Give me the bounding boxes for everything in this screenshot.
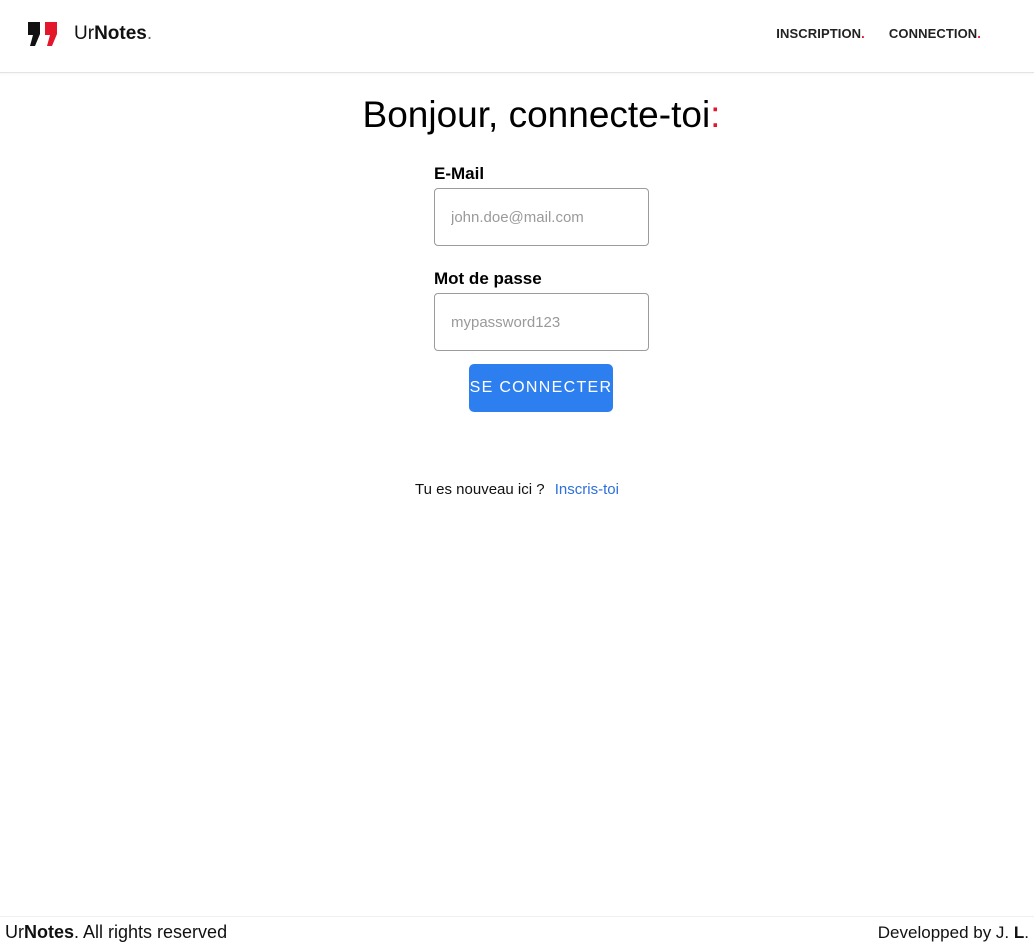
footer-credit-dot: .	[1024, 923, 1029, 942]
nav-links: INSCRIPTION. CONNECTION.	[776, 26, 981, 41]
signup-link[interactable]: Inscris-toi	[555, 481, 619, 498]
nav-connection-dot: .	[977, 26, 981, 41]
page-title-colon: :	[710, 94, 721, 135]
footer-credit-bold: L	[1013, 923, 1025, 942]
quote-mark-icon	[28, 22, 57, 46]
footer-copyright: UrNotes. All rights reserved	[5, 922, 227, 943]
footer-credit: Developped by J. L.	[878, 923, 1029, 943]
footer-brand-bold: Notes	[24, 922, 75, 942]
page-title: Bonjour, connecte-toi:	[0, 94, 1034, 136]
login-form: E-Mail Mot de passe	[434, 163, 649, 351]
footer: UrNotes. All rights reserved Developped …	[0, 916, 1034, 943]
email-field[interactable]	[434, 188, 649, 246]
brand-logo[interactable]: UrNotes.	[28, 21, 152, 47]
nav-connection-link[interactable]: CONNECTION.	[889, 26, 981, 41]
email-label: E-Mail	[434, 164, 485, 183]
brand-dot: .	[146, 23, 153, 44]
login-button[interactable]: SE CONNECTER	[469, 364, 613, 412]
brand-name: UrNotes.	[74, 23, 152, 45]
nav-connection-label: CONNECTION	[888, 26, 978, 41]
brand-prefix: Ur	[74, 23, 95, 44]
brand-bold: Notes	[94, 23, 147, 44]
password-field[interactable]	[434, 293, 649, 351]
nav-inscription-link[interactable]: INSCRIPTION.	[776, 26, 865, 41]
navbar: UrNotes. INSCRIPTION. CONNECTION.	[0, 0, 1034, 73]
page-title-text: Bonjour, connecte-toi	[362, 94, 711, 135]
signup-prompt: Tu es nouveau ici ?	[415, 481, 545, 498]
nav-inscription-dot: .	[861, 26, 865, 41]
nav-inscription-label: INSCRIPTION	[776, 26, 862, 41]
page: UrNotes. INSCRIPTION. CONNECTION. Bonjou…	[0, 0, 1034, 943]
password-label: Mot de passe	[434, 269, 542, 288]
footer-rights: . All rights reserved	[74, 922, 228, 942]
footer-brand-prefix: Ur	[5, 922, 24, 942]
signup-prompt-row: Tu es nouveau ici ? Inscris-toi	[0, 481, 1034, 498]
footer-credit-prefix: Developped by J.	[877, 923, 1014, 942]
